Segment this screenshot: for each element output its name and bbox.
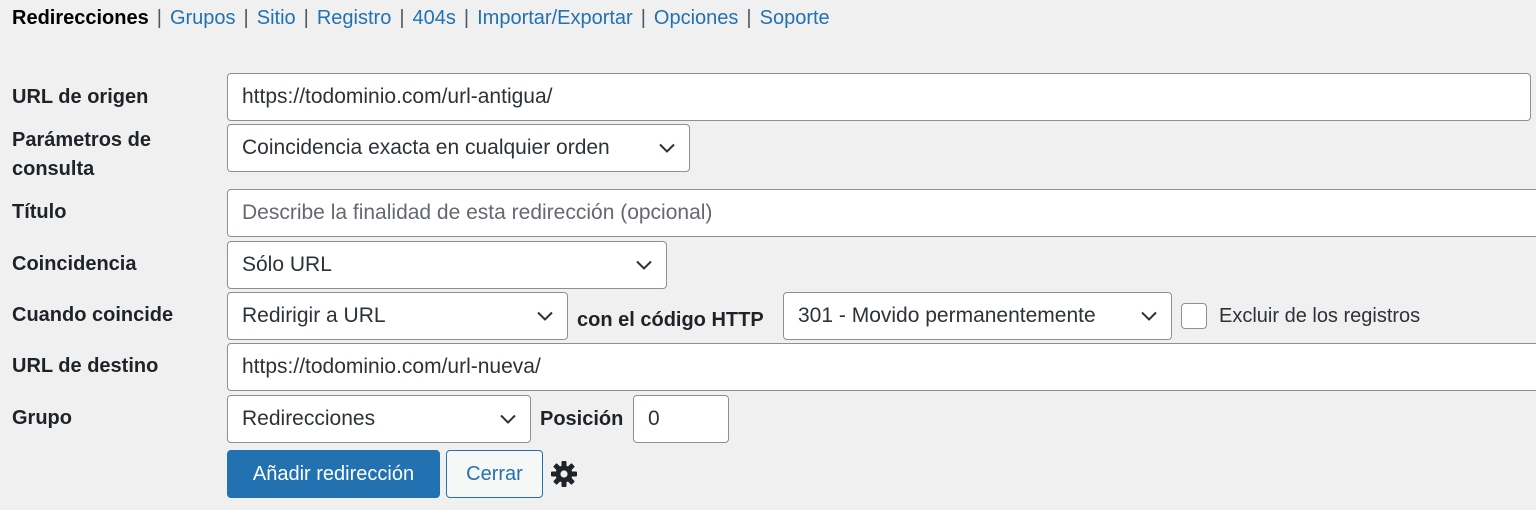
position-label: Posición (540, 408, 624, 430)
when-matched-label: Cuando coincide (12, 304, 174, 326)
redirection-editor: Redirecciones | Grupos | Sitio | Registro | 404s… (0, 0, 1536, 510)
exclude-from-logs-label: Excluir de los registros (1219, 305, 1421, 327)
target-url-input[interactable] (227, 343, 1536, 391)
title-label: Título (12, 201, 67, 223)
target-url-label: URL de destino (12, 355, 159, 377)
nav-link-404s[interactable]: 404s (413, 7, 456, 29)
gear-icon[interactable] (550, 460, 578, 488)
chevron-down-icon (537, 311, 553, 321)
nav-separator: | (399, 7, 405, 29)
match-label: Coincidencia (12, 253, 137, 275)
http-code-select[interactable]: 301 - Movido permanentemente (783, 292, 1172, 340)
chevron-down-icon (500, 414, 516, 424)
source-url-input[interactable] (227, 73, 1531, 121)
query-params-select[interactable]: Coincidencia exacta en cualquier orden (227, 124, 690, 172)
nav-separator: | (156, 7, 162, 29)
position-input[interactable] (633, 395, 729, 443)
group-value: Redirecciones (242, 407, 376, 430)
action-value: Redirigir a URL (242, 304, 386, 327)
nav-separator: | (463, 7, 470, 29)
nav-link-options[interactable]: Opciones (654, 7, 739, 29)
exclude-from-logs-checkbox[interactable] (1181, 303, 1207, 329)
group-select[interactable]: Redirecciones (227, 395, 531, 443)
http-code-label: con el código HTTP (577, 309, 764, 331)
query-params-label-line1: Parámetros de (12, 129, 151, 151)
nav-separator: | (746, 7, 752, 29)
http-code-value: 301 - Movido permanentemente (798, 304, 1096, 327)
chevron-down-icon (636, 260, 652, 270)
match-select[interactable]: Sólo URL (227, 241, 667, 289)
query-params-value: Coincidencia exacta en cualquier orden (242, 136, 610, 159)
nav-separator: | (243, 7, 249, 29)
subsubsub-nav: Redirecciones | Grupos | Sitio | Registro | 404s… (12, 6, 830, 30)
nav-link-import-export[interactable]: Importar/Exportar (477, 7, 633, 29)
nav-current-redirects: Redirecciones (12, 7, 149, 29)
nav-link-groups[interactable]: Grupos (170, 7, 236, 29)
query-params-label-line2: consulta (12, 158, 95, 180)
chevron-down-icon (659, 143, 675, 153)
source-url-label: URL de origen (12, 86, 149, 108)
title-input[interactable] (227, 189, 1536, 237)
nav-separator: | (303, 7, 309, 29)
chevron-down-icon (1141, 311, 1157, 321)
close-button[interactable]: Cerrar (446, 450, 543, 498)
match-value: Sólo URL (242, 253, 332, 276)
nav-link-support[interactable]: Soporte (760, 7, 830, 29)
query-params-label: Parámetros de consulta (12, 126, 151, 184)
action-select[interactable]: Redirigir a URL (227, 292, 568, 340)
add-redirect-button[interactable]: Añadir redirección (227, 450, 440, 498)
nav-link-site[interactable]: Sitio (257, 7, 296, 29)
group-label: Grupo (12, 407, 72, 429)
nav-separator: | (640, 7, 646, 29)
nav-link-log[interactable]: Registro (317, 7, 391, 29)
